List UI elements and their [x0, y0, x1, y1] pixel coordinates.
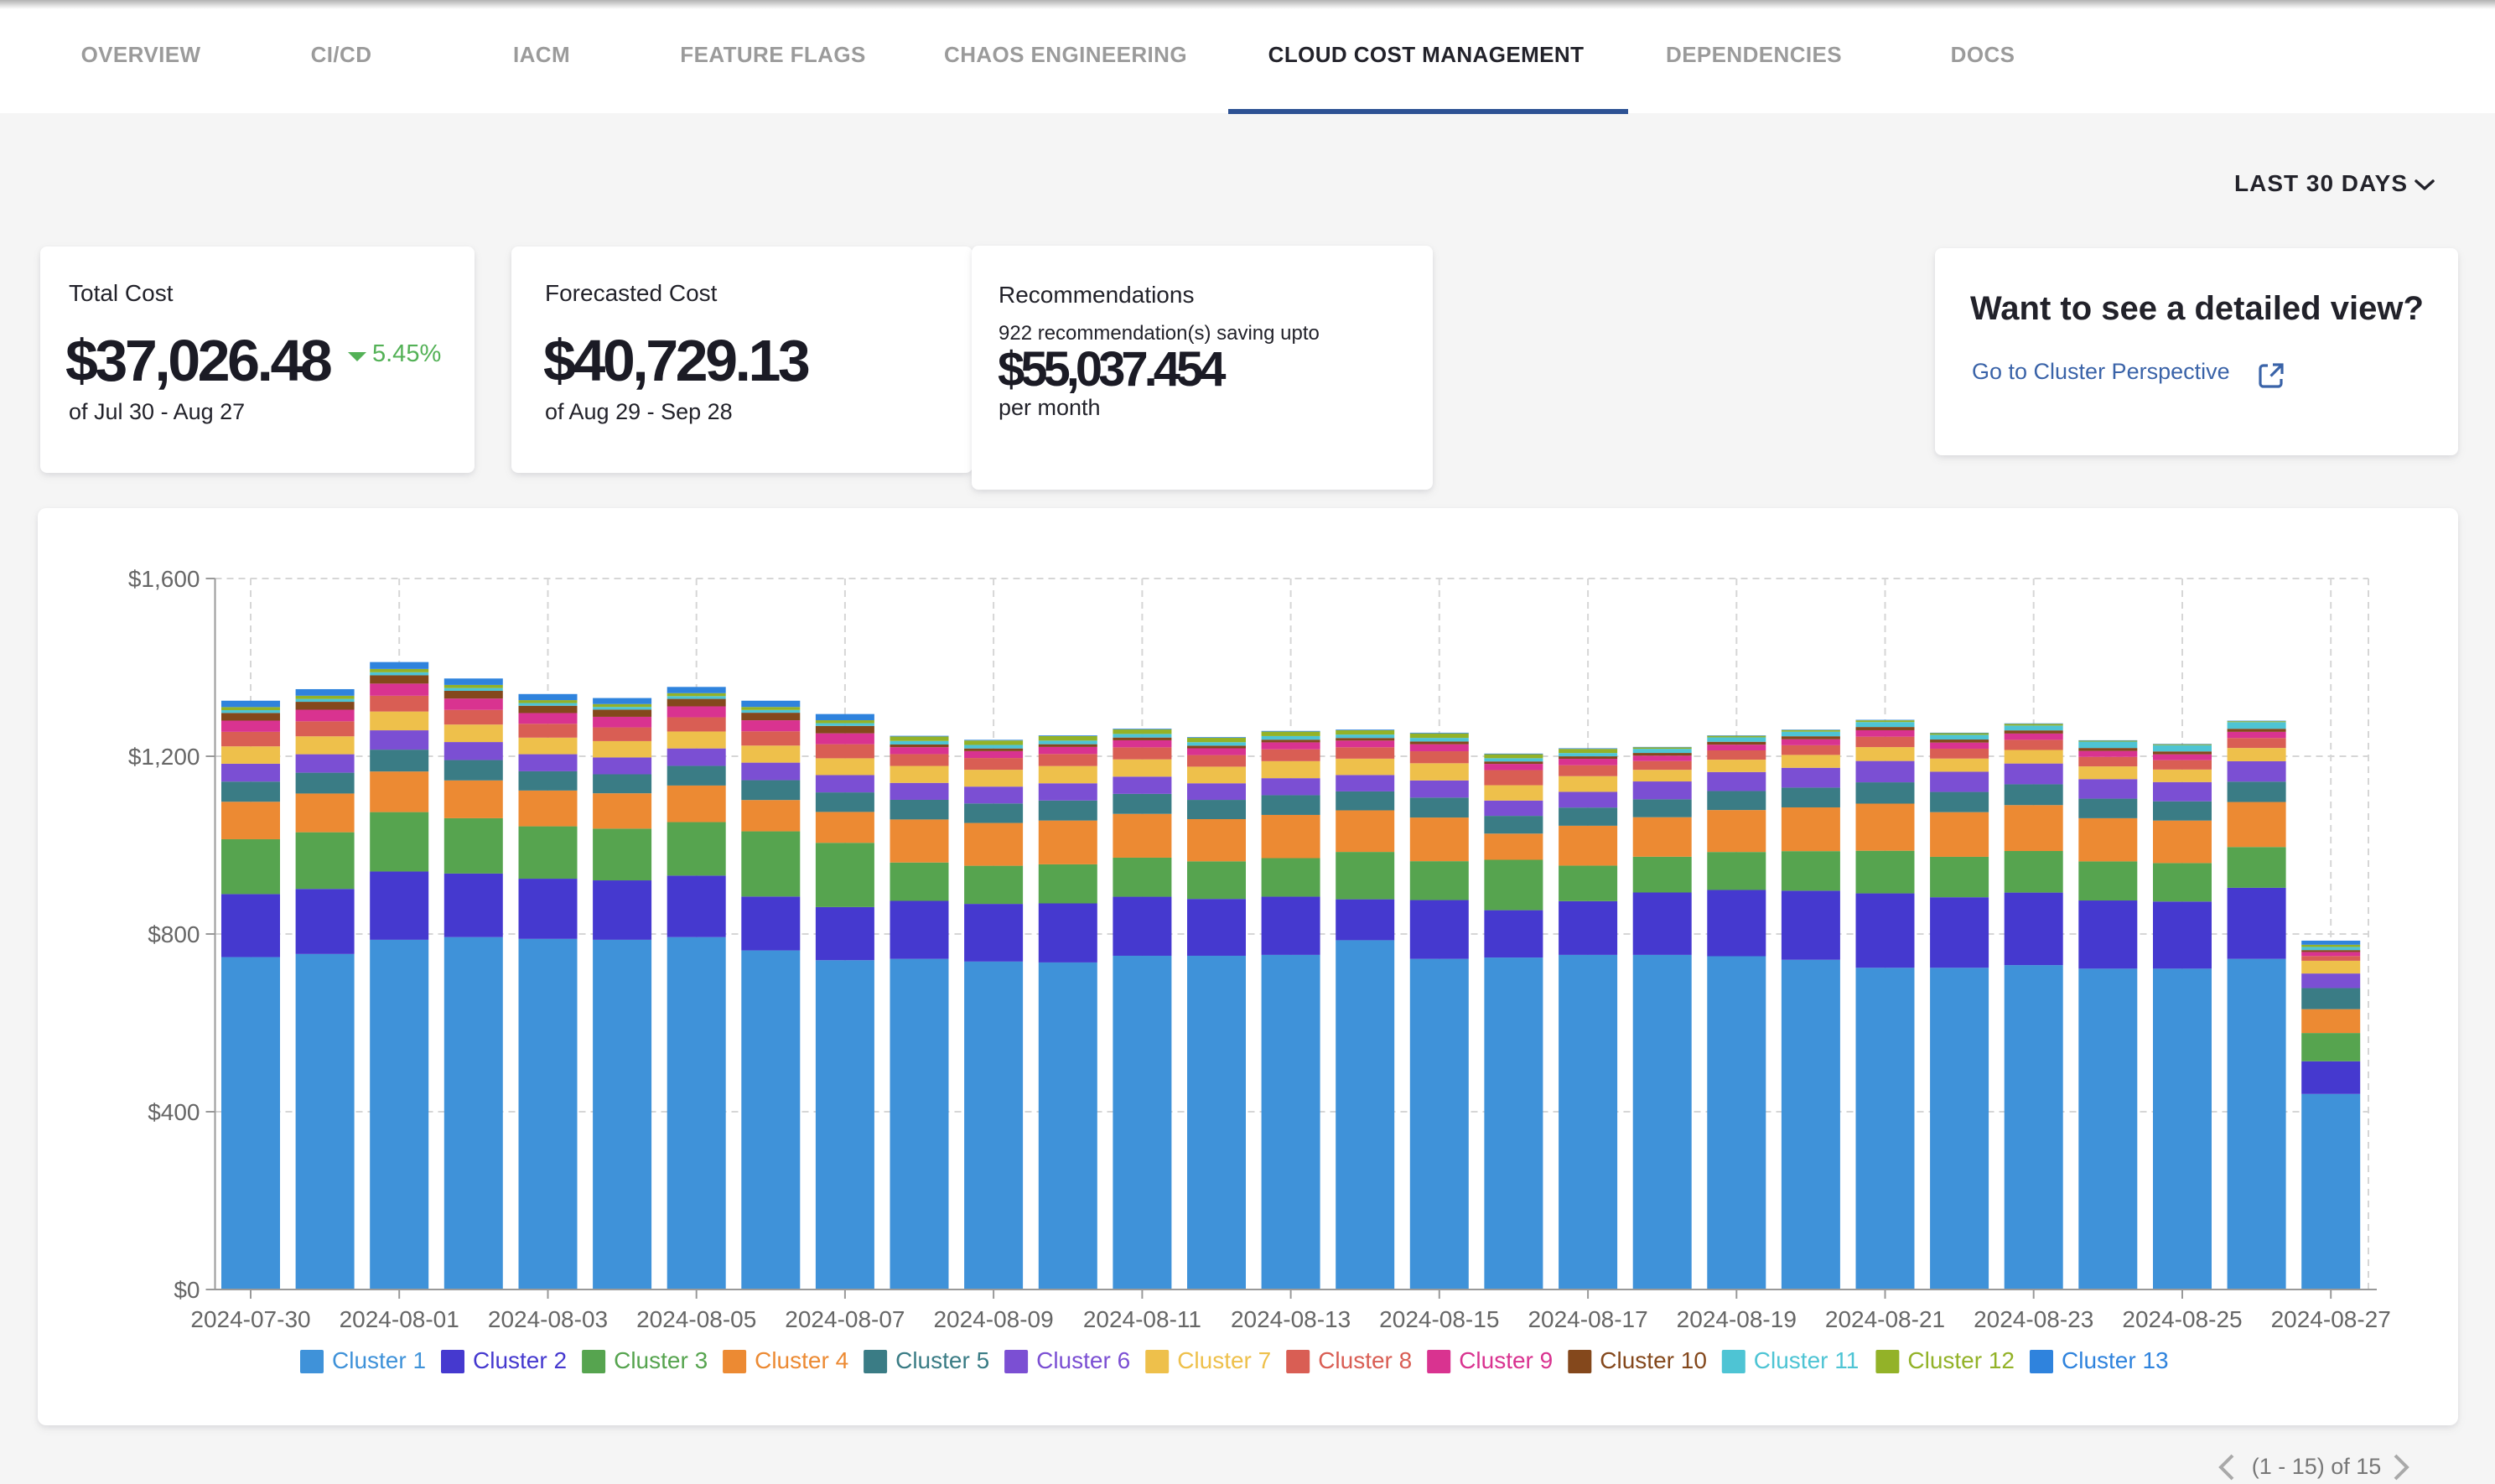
svg-text:$800: $800: [148, 921, 200, 947]
svg-text:Cluster 5: Cluster 5: [895, 1347, 989, 1373]
svg-text:2024-08-15: 2024-08-15: [1379, 1306, 1499, 1332]
svg-text:2024-08-19: 2024-08-19: [1677, 1306, 1797, 1332]
svg-text:2024-08-23: 2024-08-23: [1974, 1306, 2093, 1332]
svg-text:Cluster 2: Cluster 2: [473, 1347, 567, 1373]
svg-text:2024-07-30: 2024-07-30: [190, 1306, 310, 1332]
svg-text:2024-08-05: 2024-08-05: [636, 1306, 756, 1332]
svg-text:2024-08-11: 2024-08-11: [1083, 1306, 1201, 1332]
svg-text:$0: $0: [174, 1277, 200, 1303]
svg-text:Cluster 9: Cluster 9: [1459, 1347, 1553, 1373]
svg-text:$400: $400: [148, 1099, 200, 1125]
svg-text:Cluster 13: Cluster 13: [2062, 1347, 2169, 1373]
svg-text:Cluster 11: Cluster 11: [1754, 1347, 1860, 1373]
svg-text:Cluster 12: Cluster 12: [1907, 1347, 2015, 1373]
svg-text:Cluster 3: Cluster 3: [614, 1347, 708, 1373]
svg-text:Cluster 8: Cluster 8: [1318, 1347, 1412, 1373]
svg-text:2024-08-09: 2024-08-09: [933, 1306, 1053, 1332]
svg-text:2024-08-27: 2024-08-27: [2271, 1306, 2391, 1332]
svg-text:2024-08-01: 2024-08-01: [340, 1306, 459, 1332]
svg-text:Cluster 6: Cluster 6: [1036, 1347, 1130, 1373]
svg-text:$1,600: $1,600: [128, 566, 200, 592]
svg-text:2024-08-03: 2024-08-03: [488, 1306, 608, 1332]
svg-text:2024-08-25: 2024-08-25: [2122, 1306, 2242, 1332]
svg-text:Cluster 10: Cluster 10: [1600, 1347, 1707, 1373]
svg-text:Cluster 1: Cluster 1: [332, 1347, 426, 1373]
svg-text:2024-08-17: 2024-08-17: [1528, 1306, 1647, 1332]
svg-text:2024-08-07: 2024-08-07: [785, 1306, 905, 1332]
svg-text:2024-08-21: 2024-08-21: [1825, 1306, 1945, 1332]
svg-text:Cluster 4: Cluster 4: [755, 1347, 848, 1373]
svg-text:Cluster 7: Cluster 7: [1177, 1347, 1271, 1373]
svg-text:$1,200: $1,200: [128, 744, 200, 770]
svg-text:2024-08-13: 2024-08-13: [1231, 1306, 1351, 1332]
